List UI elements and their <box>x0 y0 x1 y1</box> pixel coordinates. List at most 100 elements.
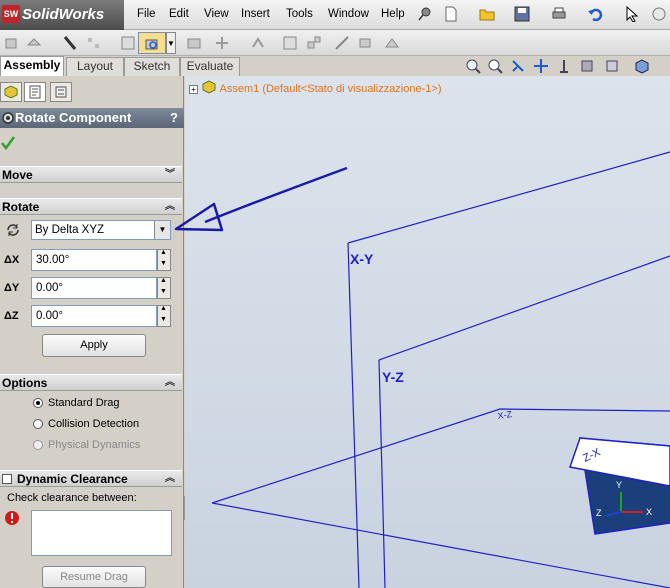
rotation-mode-select[interactable]: By Delta XYZ ▼ <box>31 220 171 240</box>
standard-drag-radio[interactable] <box>33 398 43 408</box>
menu-file[interactable]: File <box>137 8 156 20</box>
rebuild-icon[interactable] <box>651 6 667 22</box>
bill-of-materials-icon[interactable] <box>282 35 298 51</box>
menu-tools[interactable]: Tools <box>286 8 313 20</box>
check-clearance-label: Check clearance between: <box>7 492 137 504</box>
physical-dynamics-label: Physical Dynamics <box>48 439 141 451</box>
tab-assembly[interactable]: Assembly <box>0 56 64 76</box>
open-folder-icon[interactable] <box>479 6 495 22</box>
delta-x-input[interactable]: 30.00° <box>31 249 157 271</box>
triad-z-label: Z <box>596 508 602 518</box>
property-manager-header: Rotate Component ? <box>0 108 184 128</box>
graphics-area[interactable]: + Assem1 (Default<Stato di visualizzazio… <box>185 76 670 588</box>
menu-edit[interactable]: Edit <box>169 8 189 20</box>
delta-y-input[interactable]: 0.00° <box>31 277 157 299</box>
triad-y-label: Y <box>616 480 622 490</box>
feature-tree-icon <box>4 85 18 99</box>
dynamic-clearance-checkbox[interactable] <box>2 474 12 484</box>
property-manager-panel: Rotate Component ? Move ︾ Rotate ︽ By De… <box>0 76 190 588</box>
configuration-icon <box>55 86 67 98</box>
smart-fasteners-icon[interactable] <box>62 35 78 51</box>
previous-view-icon[interactable] <box>510 58 526 74</box>
explode-line-sketch-icon[interactable] <box>334 35 350 51</box>
delta-z-input[interactable]: 0.00° <box>31 305 157 327</box>
move-component-button[interactable] <box>138 32 166 54</box>
chevron-up-icon[interactable]: ︽ <box>165 472 177 486</box>
view-orientation-icon[interactable] <box>604 58 620 74</box>
chevron-down-icon[interactable]: ︾ <box>165 168 177 182</box>
print-icon[interactable] <box>551 6 567 22</box>
rotate-view-icon[interactable] <box>556 58 572 74</box>
menu-insert[interactable]: Insert <box>241 8 270 20</box>
chevron-down-icon[interactable]: ▼ <box>154 221 170 239</box>
help-button[interactable]: ? <box>170 108 178 128</box>
clearance-selection-list[interactable] <box>31 510 172 556</box>
pin-icon[interactable] <box>417 6 433 22</box>
right-plane-top-edge <box>378 255 670 361</box>
ok-checkmark-icon[interactable] <box>1 136 15 150</box>
warning-icon <box>5 511 19 525</box>
front-plane-label: X-Y <box>350 251 374 267</box>
page-title: Rotate Component <box>15 110 132 125</box>
new-motion-study-icon[interactable] <box>250 35 266 51</box>
rotation-mode-icon <box>7 224 19 236</box>
section-dynamic-clearance-label: Dynamic Clearance <box>17 472 128 486</box>
right-plane-label: Y-Z <box>382 369 404 385</box>
zoom-to-fit-icon[interactable] <box>465 58 481 74</box>
new-document-icon[interactable] <box>443 6 459 22</box>
chevron-up-icon[interactable]: ︽ <box>165 200 177 214</box>
section-dynamic-clearance[interactable]: Dynamic Clearance ︽ <box>0 470 182 487</box>
pan-icon[interactable] <box>533 58 549 74</box>
tab-sketch[interactable]: Sketch <box>124 57 180 76</box>
menu-view[interactable]: View <box>204 8 229 20</box>
feature-manager-tab[interactable] <box>0 82 22 102</box>
section-move-label: Move <box>2 168 33 182</box>
assembly-features-icon[interactable] <box>186 35 202 51</box>
menu-window[interactable]: Window <box>328 8 369 20</box>
undo-icon[interactable] <box>587 6 603 22</box>
exploded-view-icon[interactable] <box>306 35 322 51</box>
insert-component-icon[interactable] <box>4 35 20 51</box>
chevron-up-icon[interactable]: ︽ <box>165 376 177 390</box>
property-manager-tab[interactable] <box>24 82 46 102</box>
configuration-manager-tab[interactable] <box>50 82 72 102</box>
apply-button[interactable]: Apply <box>42 334 146 357</box>
save-icon[interactable] <box>514 6 530 22</box>
front-plane-top-edge <box>347 151 670 244</box>
interference-detection-icon[interactable] <box>358 35 374 51</box>
collision-detection-label: Collision Detection <box>48 418 140 430</box>
display-style-icon[interactable] <box>634 58 650 74</box>
property-sheet-icon <box>29 85 41 99</box>
physical-dynamics-radio[interactable] <box>33 440 43 450</box>
tab-evaluate[interactable]: Evaluate <box>180 57 240 76</box>
manager-tabs <box>0 80 184 102</box>
command-toolbar: ▼ <box>0 30 670 56</box>
select-pointer-icon[interactable] <box>624 6 640 22</box>
tab-layout[interactable]: Layout <box>66 57 124 76</box>
app-name: SolidWorks <box>22 6 105 23</box>
top-plane-label: X-Z <box>497 409 513 421</box>
section-options[interactable]: Options ︽ <box>0 374 182 391</box>
front-plane-left-edge <box>347 242 360 588</box>
section-view-icon[interactable] <box>580 58 596 74</box>
instant3d-icon[interactable] <box>384 35 400 51</box>
rotation-mode-value: By Delta XYZ <box>35 224 105 236</box>
section-options-label: Options <box>2 376 48 390</box>
section-move[interactable]: Move ︾ <box>0 166 182 183</box>
section-rotate[interactable]: Rotate ︽ <box>0 198 182 215</box>
reference-geometry-icon[interactable] <box>214 35 230 51</box>
standard-drag-label: Standard Drag <box>48 397 120 409</box>
delta-z-stepper[interactable] <box>157 305 171 327</box>
resume-drag-button[interactable]: Resume Drag <box>42 566 146 588</box>
linear-pattern-icon[interactable] <box>86 35 102 51</box>
menu-help[interactable]: Help <box>381 8 405 20</box>
move-component-dropdown[interactable]: ▼ <box>166 32 176 54</box>
show-hidden-icon[interactable] <box>120 35 136 51</box>
collision-detection-radio[interactable] <box>33 419 43 429</box>
triad-x-label: X <box>646 507 652 517</box>
delta-x-stepper[interactable] <box>157 249 171 271</box>
zoom-to-area-icon[interactable] <box>487 58 503 74</box>
delta-z-label: ΔZ <box>4 310 19 322</box>
mate-icon[interactable] <box>26 35 42 51</box>
delta-y-stepper[interactable] <box>157 277 171 299</box>
